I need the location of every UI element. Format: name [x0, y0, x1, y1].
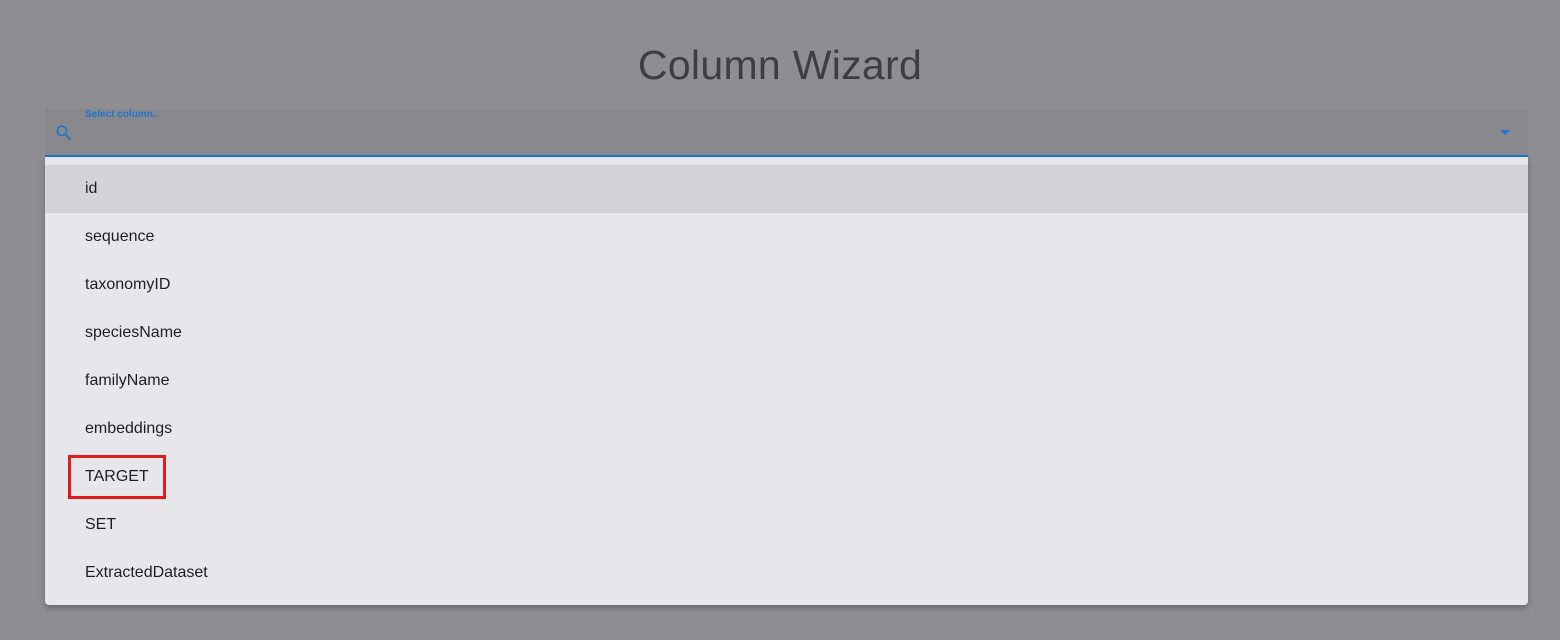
- menu-item-label: TARGET: [68, 455, 166, 499]
- menu-item-label: embeddings: [85, 420, 173, 437]
- menu-item-target[interactable]: TARGET: [45, 453, 1528, 501]
- page-title: Column Wizard: [637, 42, 923, 88]
- menu-item-embeddings[interactable]: embeddings: [45, 405, 1528, 453]
- menu-item-label: speciesName: [85, 324, 182, 341]
- menu-item-extracteddataset[interactable]: ExtractedDataset: [45, 549, 1528, 597]
- menu-item-speciesname[interactable]: speciesName: [45, 309, 1528, 357]
- menu-item-set[interactable]: SET: [45, 501, 1528, 549]
- menu-item-taxonomyid[interactable]: taxonomyID: [45, 261, 1528, 309]
- dropdown-arrow-icon[interactable]: [1500, 130, 1510, 135]
- menu-item-label: familyName: [85, 372, 170, 389]
- menu-item-label: sequence: [85, 228, 155, 245]
- menu-item-id[interactable]: id: [45, 165, 1528, 213]
- column-select[interactable]: Select column..: [45, 109, 1528, 157]
- select-label: Select column..: [85, 109, 159, 120]
- menu-item-label: ExtractedDataset: [85, 564, 208, 581]
- menu-item-label: id: [85, 180, 98, 197]
- search-icon: [56, 125, 72, 141]
- menu-item-familyname[interactable]: familyName: [45, 357, 1528, 405]
- column-options-menu: id sequence taxonomyID speciesName famil…: [45, 157, 1528, 605]
- menu-item-label: SET: [85, 516, 117, 533]
- menu-item-sequence[interactable]: sequence: [45, 213, 1528, 261]
- menu-item-label: taxonomyID: [85, 276, 171, 293]
